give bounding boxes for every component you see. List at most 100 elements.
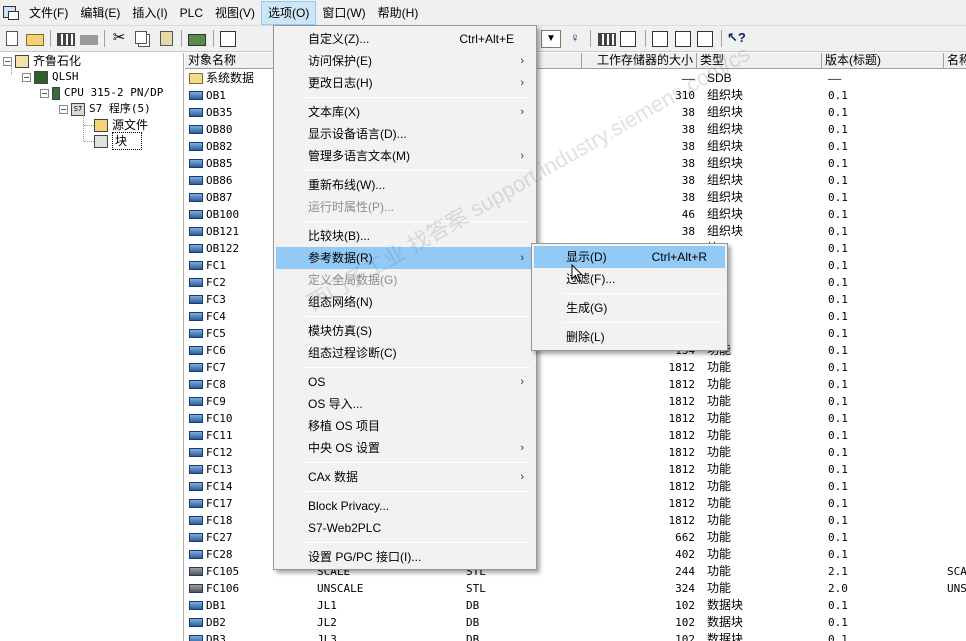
properties-icon[interactable]	[598, 33, 616, 46]
collapse-icon[interactable]: −	[40, 88, 49, 98]
toolbar-separator	[590, 30, 591, 47]
menu-file[interactable]: 文件(F)	[23, 1, 74, 25]
menu-insert[interactable]: 插入(I)	[126, 1, 173, 25]
cut-icon[interactable]: ✂	[110, 29, 128, 47]
cell-name-label: DB3	[206, 633, 226, 641]
menu-item-label: 删除(L)	[566, 330, 605, 344]
menu-item-multilingual-text[interactable]: 管理多语言文本(M) ›	[276, 145, 534, 167]
block-icon	[189, 142, 203, 151]
menu-item-reference-data[interactable]: 参考数据(R) ›	[276, 247, 534, 269]
menu-item-os[interactable]: OS ›	[276, 371, 534, 393]
table-row[interactable]: DB2 JL2 DB 102 数据块 0.1	[185, 614, 966, 631]
filter-icon[interactable]: ♀	[566, 29, 584, 47]
column-header-version[interactable]: 版本(标题)	[822, 53, 944, 69]
window-icon[interactable]	[652, 31, 668, 47]
cell-version: 0.1	[828, 531, 848, 544]
cell-version: 0.1	[828, 514, 848, 527]
cell-name-extra	[947, 189, 966, 206]
submenu-item-generate[interactable]: 生成(G)	[534, 297, 725, 319]
submenu-item-delete[interactable]: 删除(L)	[534, 326, 725, 348]
menu-item-change-log[interactable]: 更改日志(H) ›	[276, 72, 534, 94]
cell-name-label: OB1	[206, 89, 226, 102]
menu-item-access-protection[interactable]: 访问保护(E) ›	[276, 50, 534, 72]
tree-line	[83, 115, 84, 141]
submenu-item-display[interactable]: 显示(D) Ctrl+Alt+R	[534, 246, 725, 268]
collapse-icon[interactable]: −	[59, 104, 68, 114]
cell-version: 0.1	[828, 497, 848, 510]
app-icon[interactable]	[1, 3, 21, 23]
copy-icon[interactable]	[135, 31, 147, 44]
columns-icon[interactable]	[697, 31, 713, 47]
menu-item-rewire[interactable]: 重新布线(W)...	[276, 174, 534, 196]
cell-name-extra	[947, 138, 966, 155]
cell-name-extra	[947, 104, 966, 121]
menu-item-label: 参考数据(R)	[308, 251, 373, 265]
menu-item-pgpc-interface[interactable]: 设置 PG/PC 接口(I)...	[276, 546, 534, 568]
menu-item-configure-network[interactable]: 组态网络(N)	[276, 291, 534, 313]
menu-item-cax-data[interactable]: CAx 数据 ›	[276, 466, 534, 488]
menu-item-web2plc[interactable]: S7-Web2PLC	[276, 517, 534, 539]
table-row[interactable]: DB1 JL1 DB 102 数据块 0.1	[185, 597, 966, 614]
cell-size: 38	[681, 191, 695, 204]
tree-item-program[interactable]: − S7 S7 程序(5)	[59, 101, 151, 117]
tree-item-sources[interactable]: 源文件	[94, 117, 148, 133]
menu-edit[interactable]: 编辑(E)	[74, 1, 126, 25]
cell-name-extra	[947, 529, 966, 546]
column-header-type[interactable]: 类型	[697, 53, 822, 69]
help-icon[interactable]: ↖?	[727, 29, 746, 47]
tree-item-cpu[interactable]: − CPU 315-2 PN/DP	[40, 85, 163, 101]
monitor-icon[interactable]	[220, 31, 236, 47]
cell-name-label: 系统数据	[206, 71, 255, 85]
menu-item-label: 移植 OS 项目	[308, 419, 381, 433]
submenu-arrow-icon: ›	[520, 376, 524, 388]
cell-name-label: OB121	[206, 225, 240, 238]
download-icon[interactable]	[188, 34, 206, 46]
menu-window[interactable]: 窗口(W)	[316, 1, 371, 25]
menu-item-device-language[interactable]: 显示设备语言(D)...	[276, 123, 534, 145]
cell-version: 0.1	[828, 599, 848, 612]
gray-icon[interactable]	[80, 35, 98, 45]
options-menu: 自定义(Z)... Ctrl+Alt+E 访问保护(E) › 更改日志(H) › 文本…	[273, 25, 537, 570]
tree-item-station[interactable]: − QLSH	[22, 69, 79, 85]
table-row[interactable]: DB3 JL3 DB 102 数据块 0.1	[185, 631, 966, 641]
new-icon[interactable]	[6, 31, 18, 46]
submenu-item-filter[interactable]: 过滤(F)...	[534, 268, 725, 290]
cell-version: ——	[828, 72, 842, 85]
column-header-author[interactable]: 名称	[944, 53, 966, 69]
collapse-icon[interactable]: −	[3, 56, 12, 66]
menu-item-compare-blocks[interactable]: 比较块(B)...	[276, 225, 534, 247]
table-row[interactable]: FC106 UNSCALE STL 324 功能 2.0 UNS	[185, 580, 966, 597]
open-icon[interactable]	[26, 34, 44, 46]
cell-type: 数据块	[707, 632, 744, 641]
paste-icon[interactable]	[160, 31, 173, 46]
menu-item-os-import[interactable]: OS 导入...	[276, 393, 534, 415]
menu-item-text-library[interactable]: 文本库(X) ›	[276, 101, 534, 123]
column-header-size[interactable]: 工作存储器的大小	[582, 53, 697, 69]
tree-item-blocks[interactable]: 块	[94, 132, 142, 150]
menu-item-customize[interactable]: 自定义(Z)... Ctrl+Alt+E	[276, 28, 534, 50]
tree-label-selected[interactable]: 块	[112, 132, 142, 150]
menu-item-process-diagnostics[interactable]: 组态过程诊断(C)	[276, 342, 534, 364]
menu-item-migrate-os[interactable]: 移植 OS 项目	[276, 415, 534, 437]
network-icon[interactable]	[57, 33, 75, 46]
cell-size: 244	[675, 565, 695, 578]
menu-item-central-os-settings[interactable]: 中央 OS 设置 ›	[276, 437, 534, 459]
menu-plc[interactable]: PLC	[174, 1, 209, 25]
menu-item-block-privacy[interactable]: Block Privacy...	[276, 495, 534, 517]
menu-view[interactable]: 视图(V)	[209, 1, 261, 25]
menu-item-module-simulation[interactable]: 模块仿真(S)	[276, 320, 534, 342]
menu-options[interactable]: 选项(O)	[261, 0, 317, 25]
menu-help[interactable]: 帮助(H)	[372, 1, 425, 25]
block-icon	[189, 448, 203, 457]
collapse-icon[interactable]: −	[22, 72, 31, 82]
cell-type: 组织块	[707, 139, 744, 153]
cell-size: 102	[675, 633, 695, 641]
tree-item-project[interactable]: − 齐鲁石化	[3, 53, 81, 69]
layout-icon[interactable]	[675, 31, 691, 47]
menu-item-runtime-properties[interactable]: 运行时属性(P)...	[276, 196, 534, 218]
menu-item-global-data[interactable]: 定义全局数据(G)	[276, 269, 534, 291]
filter-combo-arrow[interactable]: ▼	[541, 30, 561, 48]
cell-type: 组织块	[707, 190, 744, 204]
cell-name-label: OB35	[206, 106, 233, 119]
grid-icon[interactable]	[620, 31, 636, 47]
